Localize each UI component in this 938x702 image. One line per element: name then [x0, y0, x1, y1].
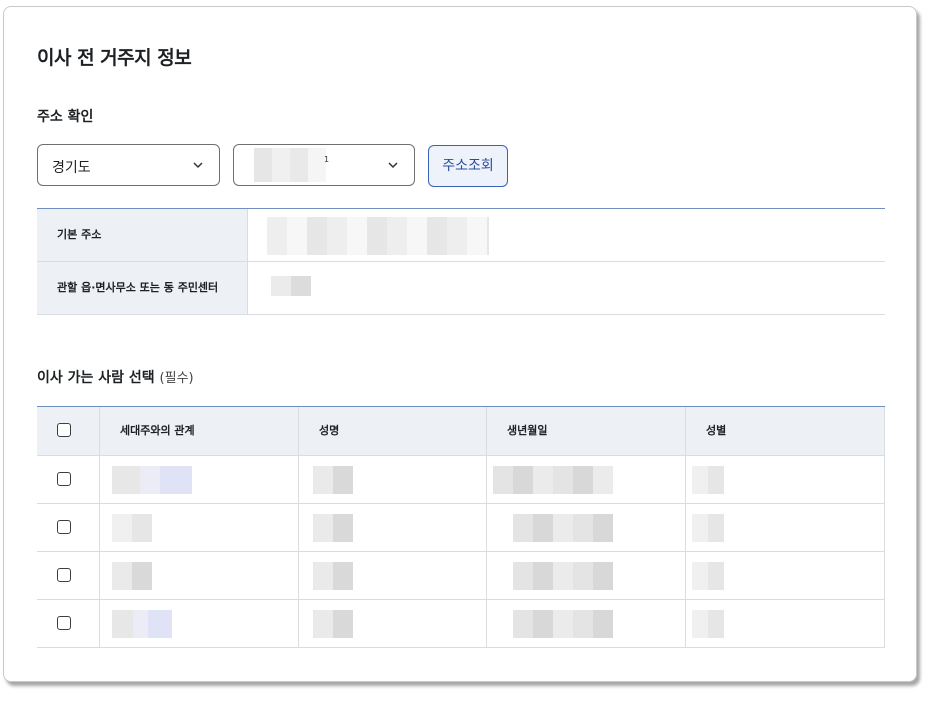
- movers-table: 세대주와의 관계 성명 생년월일 성별: [37, 406, 885, 648]
- redacted-name: [313, 514, 353, 542]
- column-header-relation: 세대주와의 관계: [99, 407, 298, 455]
- address-info-table: 기본 주소 관할 읍·면사무소 또는 동 주민센터: [37, 208, 885, 315]
- city-select-value: 1: [324, 155, 330, 164]
- movers-heading-text: 이사 가는 사람 선택: [37, 370, 155, 386]
- basic-address-label: 기본 주소: [37, 209, 248, 261]
- redacted-gender: [692, 466, 724, 494]
- column-header-gender: 성별: [685, 407, 885, 455]
- basic-address-row: 기본 주소: [37, 209, 885, 262]
- main-panel: 이사 전 거주지 정보 주소 확인 경기도 1 주소조회 기본 주소 관할 읍·…: [3, 6, 917, 682]
- select-all-cell: [37, 407, 99, 455]
- community-center-row: 관할 읍·면사무소 또는 동 주민센터: [37, 262, 885, 315]
- redacted-center: [271, 276, 311, 296]
- redacted-birthdate: [513, 514, 613, 542]
- community-center-label: 관할 읍·면사무소 또는 동 주민센터: [37, 262, 248, 314]
- table-row: [37, 504, 885, 552]
- redacted-gender: [692, 610, 724, 638]
- table-row: [37, 600, 885, 648]
- table-header: 세대주와의 관계 성명 생년월일 성별: [37, 407, 885, 456]
- redacted-name: [313, 610, 353, 638]
- row-checkbox[interactable]: [57, 472, 71, 486]
- redacted-birthdate: [513, 562, 613, 590]
- row-checkbox[interactable]: [57, 568, 71, 582]
- redacted-gender: [692, 562, 724, 590]
- redacted-relation: [112, 610, 172, 638]
- select-all-checkbox[interactable]: [57, 423, 71, 437]
- address-check-heading: 주소 확인: [37, 109, 94, 125]
- community-center-value: [249, 262, 885, 314]
- table-row: [37, 456, 885, 504]
- redacted-name: [313, 466, 353, 494]
- chevron-down-icon: [193, 162, 203, 169]
- redacted-relation: [112, 466, 192, 494]
- address-lookup-button[interactable]: 주소조회: [428, 145, 508, 187]
- redacted-name: [313, 562, 353, 590]
- movers-heading: 이사 가는 사람 선택 (필수): [37, 367, 194, 387]
- table-row: [37, 552, 885, 600]
- redacted-birthdate: [493, 466, 613, 494]
- redacted-address: [267, 217, 489, 255]
- row-checkbox[interactable]: [57, 616, 71, 630]
- column-header-name: 성명: [298, 407, 486, 455]
- chevron-down-icon: [388, 162, 398, 169]
- province-select-value: 경기도: [52, 160, 91, 176]
- redacted-gender: [692, 514, 724, 542]
- redacted-birthdate: [513, 610, 613, 638]
- page-title: 이사 전 거주지 정보: [37, 47, 192, 69]
- row-checkbox[interactable]: [57, 520, 71, 534]
- city-select[interactable]: 1: [233, 144, 415, 186]
- redacted-city-value: [254, 148, 326, 182]
- basic-address-value: [249, 209, 885, 261]
- redacted-relation: [112, 562, 152, 590]
- column-header-birthdate: 생년월일: [486, 407, 685, 455]
- required-note: (필수): [159, 371, 194, 386]
- redacted-relation: [112, 514, 152, 542]
- province-select[interactable]: 경기도: [37, 144, 220, 186]
